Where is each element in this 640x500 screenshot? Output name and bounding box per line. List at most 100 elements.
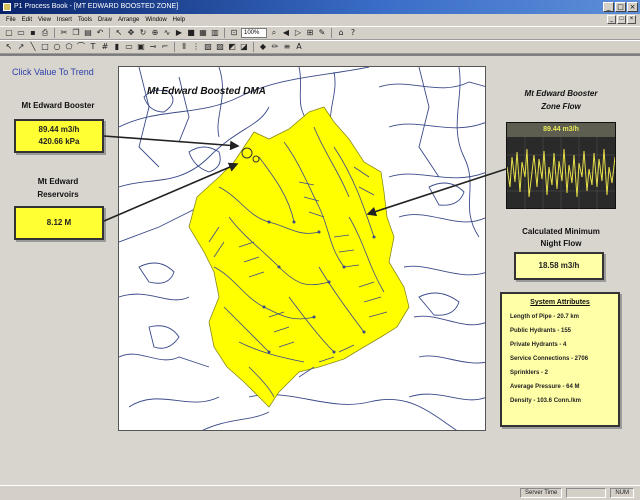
bar-icon[interactable]: ▮ (112, 42, 122, 52)
menu-bar: File Edit View Insert Tools Draw Arrange… (0, 14, 640, 26)
reshape-icon[interactable]: ↗ (16, 42, 26, 52)
close-button[interactable]: × (627, 2, 638, 12)
connector-icon[interactable]: ⌐ (160, 42, 170, 52)
zone-flow-label-line1: Mt Edward Booster (524, 89, 598, 98)
line-color-icon[interactable]: ✏ (270, 42, 280, 52)
save-icon[interactable]: ▪ (28, 28, 38, 38)
stop-icon[interactable]: ■ (186, 28, 196, 38)
menu-insert[interactable]: Insert (54, 17, 75, 23)
paste-icon[interactable]: ▤ (83, 28, 93, 38)
booster-arrow (103, 135, 240, 151)
menu-draw[interactable]: Draw (95, 17, 115, 23)
zone-flow-label: Mt Edward Booster Zone Flow (506, 89, 616, 111)
fit-icon[interactable]: ⊡ (229, 28, 239, 38)
home-icon[interactable]: ⌂ (336, 28, 346, 38)
help-icon[interactable]: ? (348, 28, 358, 38)
doc-close-button[interactable]: × (627, 15, 636, 24)
zoom-select[interactable]: 100% (241, 28, 267, 38)
polygon-icon[interactable]: ⬠ (64, 42, 74, 52)
app-icon (3, 3, 11, 11)
font-icon[interactable]: A (294, 42, 304, 52)
tag-icon[interactable]: ⊞ (305, 28, 315, 38)
system-attributes-title: System Attributes (530, 299, 590, 306)
pan-icon[interactable]: ✥ (126, 28, 136, 38)
title-bar: P1 Process Book - [MT EDWARD BOOSTED ZON… (0, 0, 640, 14)
zone-flow-arrow (366, 168, 507, 217)
align-icon[interactable]: ⫴ (179, 42, 189, 52)
forward-icon[interactable]: ▷ (293, 28, 303, 38)
print-icon[interactable]: ⎙ (40, 28, 50, 38)
rectangle-icon[interactable]: □ (40, 42, 50, 52)
undo-icon[interactable]: ↶ (95, 28, 105, 38)
refresh-icon[interactable]: ↻ (138, 28, 148, 38)
text-icon[interactable]: T (88, 42, 98, 52)
attr-sprinklers: Sprinklers - 2 (510, 370, 549, 376)
menu-arrange[interactable]: Arrange (115, 17, 142, 23)
edit-icon[interactable]: ✎ (317, 28, 327, 38)
pointer-icon[interactable]: ↖ (114, 28, 124, 38)
grid-icon[interactable]: ▦ (198, 28, 208, 38)
toolbar-separator (54, 28, 55, 38)
zone-flow-reading[interactable]: 89.44 m3/h (507, 123, 615, 137)
standard-toolbar: ▢ ▭ ▪ ⎙ ✂ ❐ ▤ ↶ ↖ ✥ ↻ ⊕ ∿ ▶ ■ ▦ ▥ ⊡ 100%… (0, 26, 640, 40)
attr-service-connections: Service Connections - 2706 (510, 356, 589, 362)
fill-color-icon[interactable]: ◆ (258, 42, 268, 52)
line-style-icon[interactable]: ≡ (282, 42, 292, 52)
group-icon[interactable]: ▧ (203, 42, 213, 52)
arc-icon[interactable]: ⌒ (76, 42, 86, 52)
menu-view[interactable]: View (35, 17, 54, 23)
display-canvas: Click Value To Trend Mt Edward Booster 8… (0, 55, 640, 485)
toolbar-separator (224, 28, 225, 38)
status-time-value (566, 488, 607, 498)
toolbar-separator (174, 42, 175, 52)
new-icon[interactable]: ▢ (4, 28, 14, 38)
window-title: P1 Process Book - [MT EDWARD BOOSTED ZON… (14, 3, 179, 10)
value-icon[interactable]: # (100, 42, 110, 52)
menu-edit[interactable]: Edit (19, 17, 35, 23)
ungroup-icon[interactable]: ▨ (215, 42, 225, 52)
link-icon[interactable]: ⊸ (148, 42, 158, 52)
zone-flow-trend[interactable]: 89.44 m3/h (506, 122, 616, 209)
zone-flow-trend-plot (507, 137, 615, 209)
cut-icon[interactable]: ✂ (59, 28, 69, 38)
doc-minimize-button[interactable]: _ (607, 15, 616, 24)
attr-pipe-length: Length of Pipe - 20.7 km (510, 314, 580, 320)
minimize-button[interactable]: _ (603, 2, 614, 12)
min-night-flow-label: Calculated Minimum Night Flow (498, 227, 624, 248)
min-night-flow-label-line1: Calculated Minimum (522, 227, 600, 236)
attr-density: Density - 103.6 Conn./km (510, 398, 582, 404)
search-icon[interactable]: ⌕ (269, 28, 279, 38)
select-tool-icon[interactable]: ↖ (4, 42, 14, 52)
attr-private-hydrants: Private Hydrants - 4 (510, 342, 567, 348)
trend-icon[interactable]: ∿ (162, 28, 172, 38)
min-night-flow-value[interactable]: 18.58 m3/h (514, 252, 604, 280)
drawing-toolbar: ↖ ↗ ╲ □ ○ ⬠ ⌒ T # ▮ ▭ ▣ ⊸ ⌐ ⫴ ⋮ ▧ ▨ ◩ ◪ … (0, 40, 640, 54)
menu-help[interactable]: Help (170, 17, 188, 23)
button-icon[interactable]: ▭ (124, 42, 134, 52)
attr-public-hydrants: Public Hydrants - 155 (510, 328, 572, 334)
open-icon[interactable]: ▭ (16, 28, 26, 38)
menu-tools[interactable]: Tools (75, 17, 95, 23)
image-icon[interactable]: ▣ (136, 42, 146, 52)
distribute-icon[interactable]: ⋮ (191, 42, 201, 52)
reservoir-arrow (103, 162, 239, 222)
menu-file[interactable]: File (3, 17, 19, 23)
run-icon[interactable]: ▶ (174, 28, 184, 38)
status-bar: Server Time NUM (0, 485, 640, 500)
zone-flow-label-line2: Zone Flow (541, 102, 581, 111)
maximize-button[interactable]: □ (615, 2, 626, 12)
min-night-flow-label-line2: Night Flow (540, 239, 582, 248)
system-attributes-panel: System Attributes Length of Pipe - 20.7 … (500, 292, 620, 427)
line-icon[interactable]: ╲ (28, 42, 38, 52)
back-icon[interactable]: ◀ (281, 28, 291, 38)
doc-restore-button[interactable]: □ (617, 15, 626, 24)
zoom-icon[interactable]: ⊕ (150, 28, 160, 38)
menu-window[interactable]: Window (142, 17, 169, 23)
ellipse-icon[interactable]: ○ (52, 42, 62, 52)
toolbar-separator (253, 42, 254, 52)
front-icon[interactable]: ◩ (227, 42, 237, 52)
back-order-icon[interactable]: ◪ (239, 42, 249, 52)
table-icon[interactable]: ▥ (210, 28, 220, 38)
status-num: NUM (610, 488, 634, 498)
copy-icon[interactable]: ❐ (71, 28, 81, 38)
